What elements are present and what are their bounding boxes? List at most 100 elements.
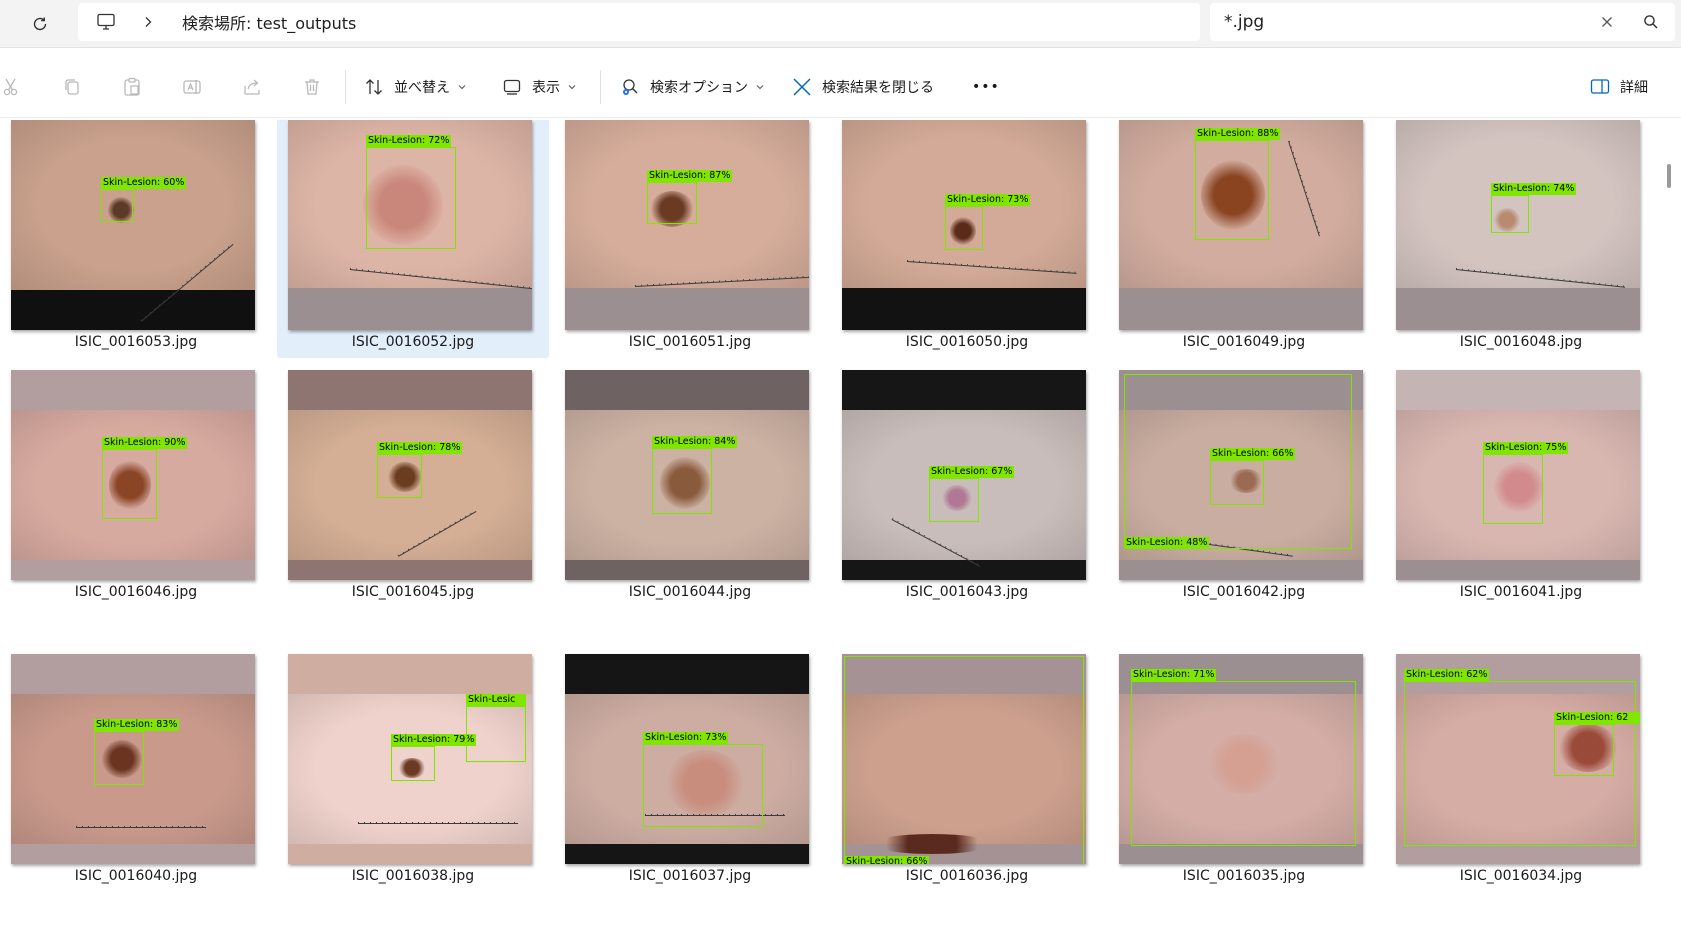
file-tile[interactable]: Skin-Lesion: 87% ISIC_0016051.jpg xyxy=(554,120,826,358)
file-thumbnail: Skin-Lesion: 75% xyxy=(1396,370,1640,580)
share-button[interactable] xyxy=(242,70,262,104)
search-options-button[interactable]: 検索オプション xyxy=(620,70,764,104)
file-tile[interactable]: Skin-Lesion: 78% ISIC_0016045.jpg xyxy=(277,362,549,608)
file-thumbnail: Skin-Lesion: 84% xyxy=(565,370,809,580)
file-name: ISIC_0016048.jpg xyxy=(1459,334,1583,350)
rename-icon xyxy=(182,77,202,97)
file-thumbnail: Skin-Lesion: 83% xyxy=(11,654,255,864)
detection-label: Skin-Lesion: 67% xyxy=(929,466,1015,478)
more-button[interactable]: ••• xyxy=(972,70,1000,104)
file-name: ISIC_0016044.jpg xyxy=(628,584,752,600)
file-thumbnail: Skin-Lesion: 87% xyxy=(565,120,809,330)
detection-label: Skin-Lesion: 87% xyxy=(647,170,733,182)
detection-label: Skin-Lesion: 75% xyxy=(1483,442,1569,454)
detection-label: Skin-Lesion: 79% xyxy=(391,734,477,746)
file-tile[interactable]: Skin-Lesion: 62% Skin-Lesion: 62 ISIC_0016… xyxy=(1385,646,1657,892)
scrollbar-thumb[interactable] xyxy=(1667,164,1671,188)
detection-box xyxy=(647,182,697,224)
detection-label: Skin-Lesion: 66% xyxy=(844,856,930,864)
file-tile[interactable]: Skin-Lesion: 74% ISIC_0016048.jpg xyxy=(1385,120,1657,358)
close-icon xyxy=(792,77,812,97)
file-name: ISIC_0016050.jpg xyxy=(905,334,1029,350)
computer-icon[interactable] xyxy=(92,8,120,36)
cut-icon xyxy=(2,77,22,97)
file-tile[interactable]: Skin-Lesion: 83% ISIC_0016040.jpg xyxy=(0,646,272,892)
detection-box xyxy=(1483,454,1543,524)
details-button[interactable]: 詳細 xyxy=(1590,70,1648,104)
copy-icon xyxy=(62,77,82,97)
clear-search-icon[interactable] xyxy=(1597,12,1617,32)
view-button[interactable]: 表示 xyxy=(502,70,576,104)
detection-box xyxy=(1131,681,1356,846)
file-name: ISIC_0016049.jpg xyxy=(1182,334,1306,350)
view-icon xyxy=(502,77,522,97)
detection-label: Skin-Lesion: 83% xyxy=(94,719,180,731)
paste-button[interactable] xyxy=(122,70,142,104)
file-tile[interactable]: Skin-Lesion: 88% ISIC_0016049.jpg xyxy=(1108,120,1380,358)
file-thumbnail: Skin-Lesion: 73% xyxy=(842,120,1086,330)
close-search-label: 検索結果を閉じる xyxy=(822,80,934,96)
detection-label: Skin-Lesion: 73% xyxy=(643,732,729,744)
file-tile[interactable]: Skin-Lesion: 72% ISIC_0016052.jpg xyxy=(277,120,549,358)
details-label: 詳細 xyxy=(1620,80,1648,96)
paste-icon xyxy=(122,77,142,97)
detection-label: Skin-Lesion: 62% xyxy=(1404,669,1490,681)
file-tile[interactable]: Skin-Lesion: 71% ISIC_0016035.jpg xyxy=(1108,646,1380,892)
file-tile[interactable]: Skin-Lesion: 66% ISIC_0016036.jpg xyxy=(831,646,1103,892)
copy-button[interactable] xyxy=(62,70,82,104)
detection-box xyxy=(652,448,712,514)
detection-label: Skin-Lesion: 78% xyxy=(377,442,463,454)
detection-box xyxy=(466,706,526,762)
ruler-mark xyxy=(358,822,518,824)
close-search-button[interactable]: 検索結果を閉じる xyxy=(792,70,934,104)
file-tile[interactable]: Skin-Lesion: 60% ISIC_0016053.jpg xyxy=(0,120,272,358)
detection-box xyxy=(844,656,1084,864)
file-tile[interactable]: Skin-Lesion: 66% Skin-Lesion: 48% ISIC_001… xyxy=(1108,362,1380,608)
divider xyxy=(345,70,346,104)
sort-label: 並べ替え xyxy=(394,80,450,96)
breadcrumb[interactable]: 検索場所: test_outputs xyxy=(78,3,1200,41)
vertical-scrollbar[interactable] xyxy=(1664,120,1674,932)
more-icon: ••• xyxy=(972,79,1000,95)
path-label: 検索場所: test_outputs xyxy=(182,14,357,33)
detection-label: Skin-Lesion: 71% xyxy=(1131,669,1217,681)
file-name: ISIC_0016034.jpg xyxy=(1459,868,1583,884)
detection-box xyxy=(1195,140,1269,240)
sort-icon xyxy=(364,77,384,97)
file-tile[interactable]: Skin-Lesion: 75% ISIC_0016041.jpg xyxy=(1385,362,1657,608)
detection-label: Skin-Lesion: 84% xyxy=(652,436,738,448)
details-pane-icon xyxy=(1590,78,1610,96)
file-tile[interactable]: Skin-Lesion: 67% ISIC_0016043.jpg xyxy=(831,362,1103,608)
chevron-right-icon[interactable] xyxy=(140,16,156,28)
detection-box xyxy=(1491,195,1529,233)
file-name: ISIC_0016040.jpg xyxy=(74,868,198,884)
cut-button[interactable] xyxy=(2,70,22,104)
file-tile[interactable]: Skin-Lesion: 73% ISIC_0016037.jpg xyxy=(554,646,826,892)
file-name: ISIC_0016046.jpg xyxy=(74,584,198,600)
detection-label: Skin-Lesion: 48% xyxy=(1124,537,1210,549)
file-thumbnail: Skin-Lesion: 67% xyxy=(842,370,1086,580)
file-thumbnail: Skin-Lesion: 74% xyxy=(1396,120,1640,330)
file-tile[interactable]: Skin-Lesion: 90% ISIC_0016046.jpg xyxy=(0,362,272,608)
search-options-label: 検索オプション xyxy=(650,80,748,96)
file-thumbnail: Skin-Lesion: 71% xyxy=(1119,654,1363,864)
file-tile[interactable]: Skin-Lesion: 79% Skin-Lesic ISIC_0016038.j… xyxy=(277,646,549,892)
search-icon[interactable] xyxy=(1641,12,1661,32)
sort-button[interactable]: 並べ替え xyxy=(364,70,466,104)
file-name: ISIC_0016053.jpg xyxy=(74,334,198,350)
detection-box xyxy=(391,746,435,781)
search-input[interactable] xyxy=(1224,12,1584,32)
refresh-icon[interactable] xyxy=(26,10,54,38)
file-tile[interactable]: Skin-Lesion: 84% ISIC_0016044.jpg xyxy=(554,362,826,608)
file-name: ISIC_0016052.jpg xyxy=(351,334,475,350)
rename-button[interactable] xyxy=(182,70,202,104)
delete-button[interactable] xyxy=(302,70,322,104)
file-thumbnail: Skin-Lesion: 66% xyxy=(842,654,1086,864)
file-thumbnail: Skin-Lesion: 66% Skin-Lesion: 48% xyxy=(1119,370,1363,580)
file-name: ISIC_0016036.jpg xyxy=(905,868,1029,884)
file-name: ISIC_0016037.jpg xyxy=(628,868,752,884)
file-thumbnail: Skin-Lesion: 90% xyxy=(11,370,255,580)
file-tile[interactable]: Skin-Lesion: 73% ISIC_0016050.jpg xyxy=(831,120,1103,358)
trash-icon xyxy=(302,77,322,97)
file-thumbnail: Skin-Lesion: 60% xyxy=(11,120,255,330)
